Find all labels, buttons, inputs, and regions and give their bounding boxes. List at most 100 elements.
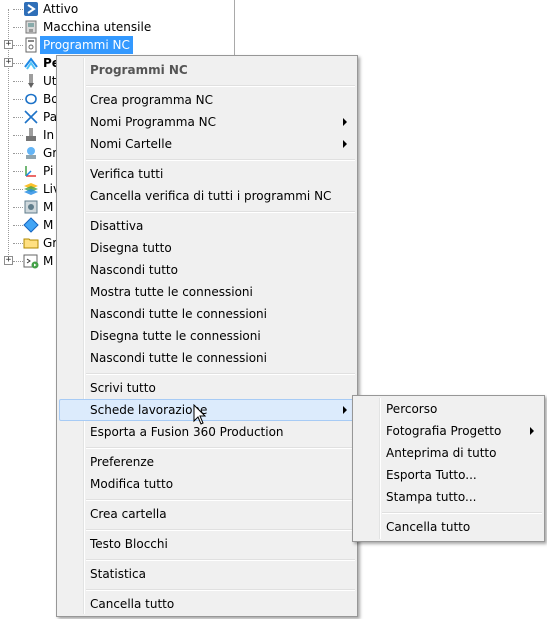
pattern-icon	[24, 110, 38, 124]
tree-item-machine-tool[interactable]: Macchina utensile	[0, 18, 235, 36]
menu-header-label: Programmi NC	[90, 63, 188, 77]
tree-item-nc-programs[interactable]: + Programmi NC	[0, 36, 235, 54]
menu-item-cancella-tutto[interactable]: Cancella tutto	[59, 593, 355, 615]
tree-item-label: M	[43, 254, 54, 268]
tree-item-patterns[interactable]: Pa	[0, 108, 60, 126]
submenu-item-percorso[interactable]: Percorso	[355, 398, 542, 420]
menu-item-label: Modifica tutto	[90, 477, 174, 491]
tree-item-label: In	[43, 128, 55, 142]
submenu-arrow-icon	[530, 427, 534, 435]
menu-item-esporta-fusion[interactable]: Esporta a Fusion 360 Production	[59, 421, 355, 443]
tree-item-boundaries[interactable]: Bo	[0, 90, 60, 108]
menu-item-label: Disegna tutte le connessioni	[90, 329, 261, 343]
menu-item-label: Crea cartella	[90, 507, 167, 521]
tree-item-toolpaths[interactable]: + Pe	[0, 54, 60, 72]
tree-connector	[13, 261, 23, 262]
menu-item-testo-blocchi[interactable]: Testo Blocchi	[59, 533, 355, 555]
tree-connector	[13, 99, 23, 100]
nc-program-icon	[25, 37, 37, 53]
menu-item-statistica[interactable]: Statistica	[59, 563, 355, 585]
tree-connector	[13, 45, 23, 46]
menu-item-nascondi-connessioni[interactable]: Nascondi tutte le connessioni	[59, 303, 355, 325]
context-menu: Programmi NC Crea programma NC Nomi Prog…	[56, 55, 358, 617]
model-icon	[24, 200, 38, 214]
menu-item-disegna-connessioni[interactable]: Disegna tutte le connessioni	[59, 325, 355, 347]
tree-connector	[13, 63, 23, 64]
folder-icon	[23, 238, 39, 249]
tree-item-label: Macchina utensile	[43, 20, 152, 34]
mouse-cursor-icon	[193, 404, 207, 425]
tree-item-group-folder[interactable]: Gr	[0, 234, 60, 252]
menu-item-cancella-verifica[interactable]: Cancella verifica di tutti i programmi N…	[59, 185, 355, 207]
tree-item-features[interactable]: In	[0, 126, 60, 144]
expand-icon[interactable]: +	[4, 40, 13, 49]
menu-item-nomi-programma-nc[interactable]: Nomi Programma NC	[59, 111, 355, 133]
tree-item-levels[interactable]: Liv	[0, 180, 60, 198]
tool-icon	[28, 74, 34, 88]
menu-item-verifica-tutti[interactable]: Verifica tutti	[59, 163, 355, 185]
levels-icon	[24, 183, 38, 195]
menu-item-schede-lavorazione[interactable]: Schede lavorazione	[59, 399, 355, 421]
workplane-icon	[25, 166, 36, 177]
menu-item-mostra-connessioni[interactable]: Mostra tutte le connessioni	[59, 281, 355, 303]
tree-item-macros[interactable]: + M	[0, 252, 60, 270]
menu-item-nascondi-connessioni-2[interactable]: Nascondi tutte le connessioni	[59, 347, 355, 369]
tree-item-stock-models[interactable]: M	[0, 216, 60, 234]
submenu-item-stampa-tutto[interactable]: Stampa tutto...	[355, 486, 542, 508]
menu-item-label: Percorso	[386, 402, 438, 416]
menu-item-label: Cancella tutto	[90, 597, 175, 611]
expand-icon[interactable]: +	[4, 58, 13, 67]
submenu-item-anteprima[interactable]: Anteprima di tutto	[355, 442, 542, 464]
menu-separator	[86, 559, 355, 561]
stock-model-icon	[23, 217, 39, 233]
menu-item-preferenze[interactable]: Preferenze	[59, 451, 355, 473]
menu-item-disegna-tutto[interactable]: Disegna tutto	[59, 237, 355, 259]
menu-item-nomi-cartelle[interactable]: Nomi Cartelle	[59, 133, 355, 155]
menu-item-label: Schede lavorazione	[90, 403, 208, 417]
menu-item-label: Cancella tutto	[386, 520, 471, 534]
menu-separator	[86, 373, 355, 375]
menu-item-label: Nascondi tutto	[90, 263, 178, 277]
tree-item-groups[interactable]: Gr	[0, 144, 60, 162]
menu-item-label: Disegna tutto	[90, 241, 172, 255]
menu-item-label: Verifica tutti	[90, 167, 164, 181]
tree-item-tools[interactable]: Ut	[0, 72, 60, 90]
menu-item-nascondi-tutto[interactable]: Nascondi tutto	[59, 259, 355, 281]
menu-separator	[86, 159, 355, 161]
attivo-icon	[24, 2, 38, 16]
menu-item-label: Disattiva	[90, 219, 144, 233]
menu-header: Programmi NC	[59, 59, 355, 81]
submenu-item-cancella-tutto[interactable]: Cancella tutto	[355, 516, 542, 538]
menu-item-label: Esporta Tutto...	[386, 468, 477, 482]
menu-item-label: Nascondi tutte le connessioni	[90, 351, 267, 365]
tree-connector	[13, 27, 23, 28]
menu-item-label: Testo Blocchi	[90, 537, 168, 551]
tree-item-models[interactable]: M	[0, 198, 60, 216]
menu-item-crea-programma-nc[interactable]: Crea programma NC	[59, 89, 355, 111]
submenu-item-fotografia-progetto[interactable]: Fotografia Progetto	[355, 420, 542, 442]
tree-connector	[13, 243, 23, 244]
macro-icon	[23, 254, 39, 269]
menu-item-label: Preferenze	[90, 455, 155, 469]
menu-item-scrivi-tutto[interactable]: Scrivi tutto	[59, 377, 355, 399]
menu-item-disattiva[interactable]: Disattiva	[59, 215, 355, 237]
submenu-arrow-icon	[343, 140, 347, 148]
machine-tool-icon	[25, 20, 37, 34]
menu-separator	[86, 529, 355, 531]
tree-item-attivo[interactable]: Attivo	[0, 0, 235, 18]
expand-icon[interactable]: +	[4, 256, 13, 265]
submenu-item-esporta-tutto[interactable]: Esporta Tutto...	[355, 464, 542, 486]
submenu-schede-lavorazione: Percorso Fotografia Progetto Anteprima d…	[352, 395, 545, 542]
menu-separator	[86, 589, 355, 591]
menu-item-crea-cartella[interactable]: Crea cartella	[59, 503, 355, 525]
menu-item-label: Statistica	[90, 567, 146, 581]
tree-item-label: M	[43, 218, 54, 232]
tree-connector	[13, 207, 23, 208]
menu-item-modifica-tutto[interactable]: Modifica tutto	[59, 473, 355, 495]
menu-item-label: Fotografia Progetto	[386, 424, 502, 438]
boundary-icon	[25, 93, 37, 105]
menu-item-label: Stampa tutto...	[386, 490, 477, 504]
group-icon	[26, 147, 36, 159]
tree-connector	[13, 81, 23, 82]
tree-item-workplanes[interactable]: Pi	[0, 162, 60, 180]
